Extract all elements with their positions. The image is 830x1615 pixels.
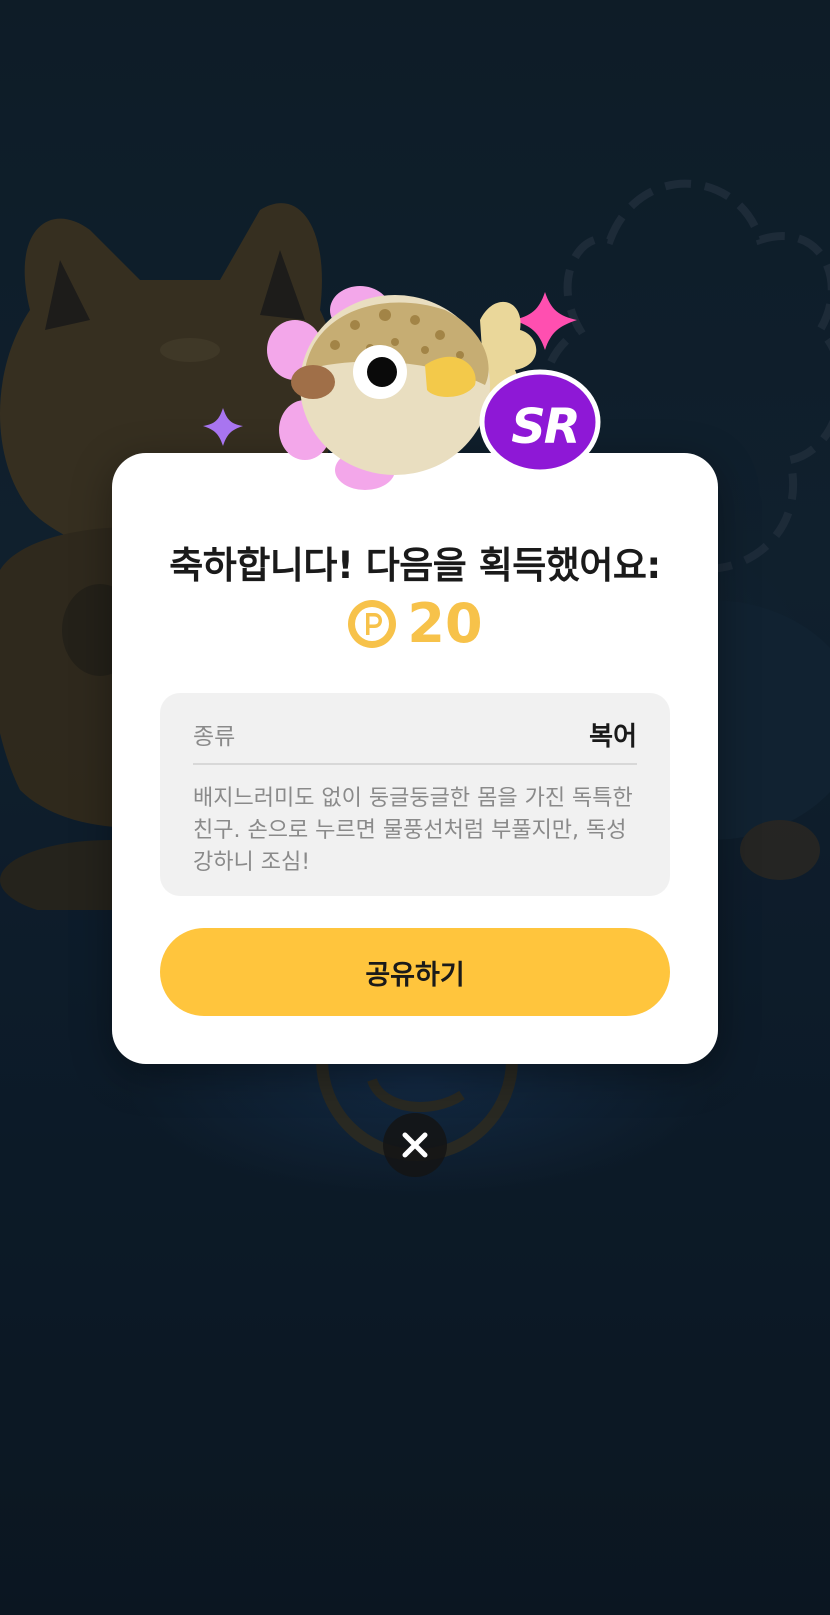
close-icon xyxy=(402,1132,428,1158)
species-value: 복어 xyxy=(589,721,637,752)
close-button[interactable] xyxy=(383,1113,447,1177)
share-button[interactable]: 공유하기 xyxy=(160,928,670,1016)
point-coin-icon xyxy=(348,600,397,648)
pufferfish-character xyxy=(203,286,601,490)
rarity-badge-label: SR xyxy=(511,399,581,455)
reward-value: 20 xyxy=(407,592,483,655)
info-divider xyxy=(193,763,637,765)
species-description: 배지느러미도 없이 둥글둥글한 몸을 가진 독특한 친구. 손으로 누르면 물풍… xyxy=(193,786,633,875)
species-label: 종류 xyxy=(193,724,236,750)
species-info-card: 종류 복어 배지느러미도 없이 둥글둥글한 몸을 가진 독특한 친구. 손으로 … xyxy=(160,693,670,896)
species-row: 종류 복어 xyxy=(193,715,637,753)
sparkle-icon xyxy=(203,408,243,446)
dialog-title: 축하합니다! 다음을 획득했어요: xyxy=(169,544,661,587)
reward-amount: 20 xyxy=(112,597,718,651)
reward-dialog: 축하합니다! 다음을 획득했어요: 20 종류 복어 배지느러미도 없이 둥글둥… xyxy=(112,453,718,1064)
